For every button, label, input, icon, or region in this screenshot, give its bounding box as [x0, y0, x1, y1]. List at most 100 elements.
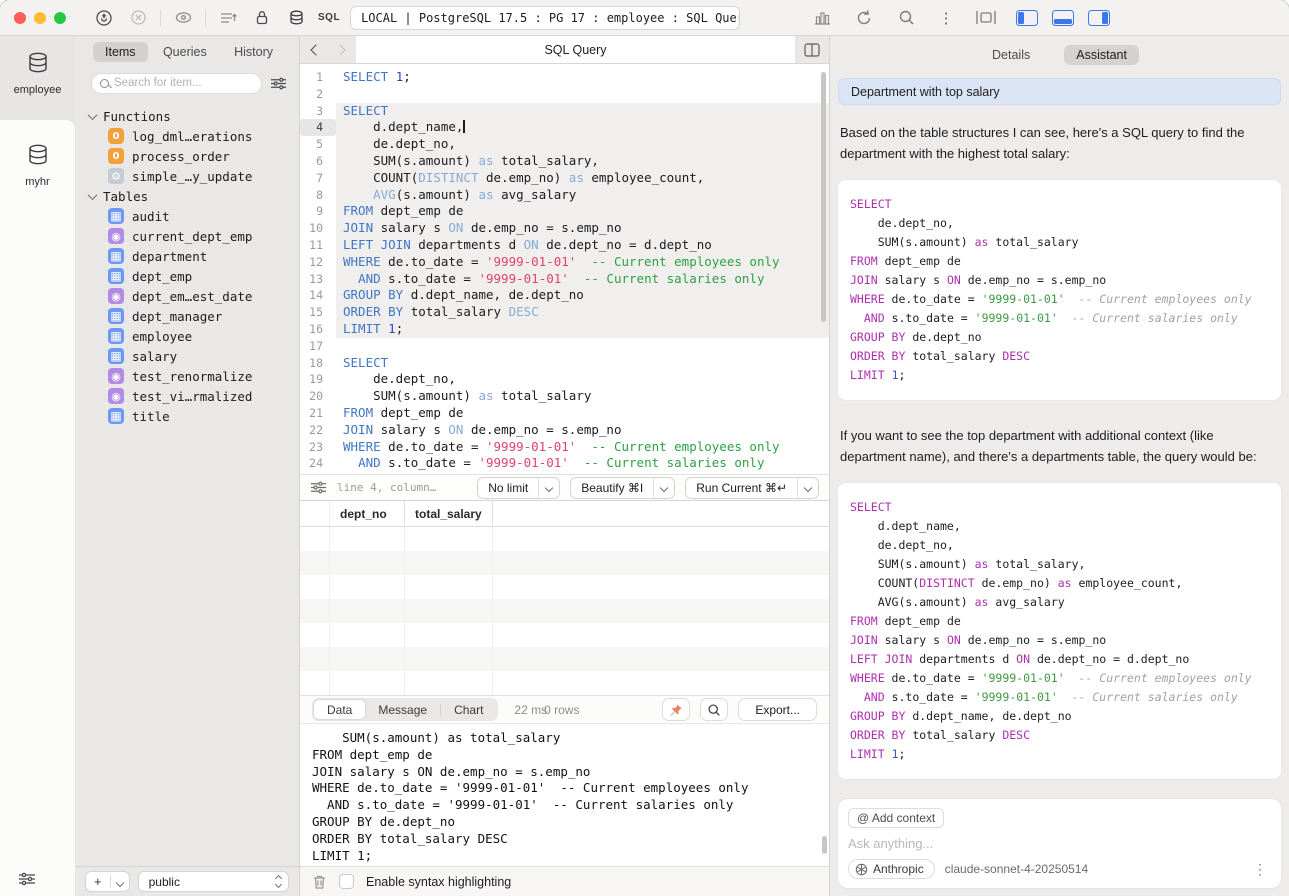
table-row[interactable] [300, 623, 829, 647]
sql-editor[interactable]: 1SELECT 1;23SELECT4 d.dept_name,5 de.dep… [300, 64, 829, 474]
sidebar-item-test_virmalized[interactable]: ◉test_vi…rmalized [89, 386, 299, 406]
tree-section-functions[interactable]: Functions [89, 106, 299, 126]
editor-line-2[interactable]: 2 [300, 86, 829, 103]
connection-plug-icon[interactable] [92, 6, 116, 30]
tab-details[interactable]: Details [980, 45, 1042, 65]
sidebar-item-dept_manager[interactable]: ▦dept_manager [89, 306, 299, 326]
tree-section-tables[interactable]: Tables [89, 186, 299, 206]
editor-line-24[interactable]: 24 AND s.to_date = '9999-01-01' -- Curre… [300, 455, 829, 472]
back-icon[interactable] [310, 44, 321, 55]
beautify-button[interactable]: Beautify ⌘I [570, 477, 675, 499]
sidebar-item-log_dmlerations[interactable]: 0log_dml…erations [89, 126, 299, 146]
sidebar-item-employee[interactable]: ▦employee [89, 326, 299, 346]
table-row[interactable] [300, 527, 829, 551]
export-button[interactable]: Export... [738, 698, 817, 721]
editor-line-9[interactable]: 9FROM dept_emp de [300, 203, 829, 220]
table-row[interactable] [300, 671, 829, 695]
query-log-icon[interactable] [216, 6, 240, 30]
table-row[interactable] [300, 647, 829, 671]
table-row[interactable] [300, 551, 829, 575]
assistant-prompt-input[interactable] [848, 836, 1271, 851]
editor-line-1[interactable]: 1SELECT 1; [300, 69, 829, 86]
pin-results-button[interactable] [662, 698, 690, 721]
minimize-window-button[interactable] [34, 12, 46, 24]
connection-employee[interactable]: employee [0, 36, 75, 106]
chat-more-options-icon[interactable]: ⋮ [1253, 861, 1271, 878]
search-icon[interactable] [894, 6, 918, 30]
toggle-left-panel-button[interactable] [1016, 10, 1038, 26]
column-header-total-salary[interactable]: total_salary [405, 501, 493, 526]
tab-chart[interactable]: Chart [441, 700, 496, 719]
table-row[interactable] [300, 599, 829, 623]
toggle-bottom-panel-button[interactable] [1052, 10, 1074, 26]
trash-icon[interactable] [312, 874, 327, 890]
table-row[interactable] [300, 575, 829, 599]
editor-line-10[interactable]: 10JOIN salary s ON de.emp_no = s.emp_no [300, 220, 829, 237]
tab-queries[interactable]: Queries [151, 42, 219, 62]
split-editor-icon[interactable] [795, 36, 829, 63]
sidebar-item-dept_emp[interactable]: ▦dept_emp [89, 266, 299, 286]
tab-history[interactable]: History [222, 42, 285, 62]
search-results-button[interactable] [700, 698, 728, 721]
schema-select[interactable]: public [138, 871, 289, 892]
plus-icon[interactable]: + [86, 874, 110, 889]
editor-line-15[interactable]: 15ORDER BY total_salary DESC [300, 304, 829, 321]
toggle-right-panel-button[interactable] [1088, 10, 1110, 26]
tab-assistant[interactable]: Assistant [1064, 45, 1139, 65]
item-search-field[interactable] [91, 73, 262, 94]
close-window-button[interactable] [14, 12, 26, 24]
editor-line-22[interactable]: 22JOIN salary s ON de.emp_no = s.emp_no [300, 422, 829, 439]
editor-settings-sliders-icon[interactable] [310, 480, 327, 495]
editor-line-18[interactable]: 18SELECT [300, 355, 829, 372]
editor-line-6[interactable]: 6 SUM(s.amount) as total_salary, [300, 153, 829, 170]
sidebar-item-simple_y_update[interactable]: ⚙simple_…y_update [89, 166, 299, 186]
sidebar-item-department[interactable]: ▦department [89, 246, 299, 266]
stop-icon[interactable] [126, 6, 150, 30]
forward-icon[interactable] [334, 44, 345, 55]
limit-select[interactable]: No limit [477, 477, 560, 499]
editor-line-20[interactable]: 20 SUM(s.amount) as total_salary [300, 388, 829, 405]
filter-sliders-icon[interactable] [18, 871, 36, 887]
conversation-title-banner[interactable]: Department with top salary [838, 78, 1281, 105]
column-header-dept-no[interactable]: dept_no [330, 501, 405, 526]
connection-myhr[interactable]: myhr [0, 120, 75, 198]
editor-line-4[interactable]: 4 d.dept_name, [300, 119, 829, 136]
assistant-code-block-1[interactable]: SELECT de.dept_no, SUM(s.amount) as tota… [838, 180, 1281, 400]
editor-line-7[interactable]: 7 COUNT(DISTINCT de.emp_no) as employee_… [300, 170, 829, 187]
editor-scrollbar[interactable] [821, 72, 826, 322]
search-input[interactable] [114, 77, 253, 89]
preview-eye-icon[interactable] [171, 6, 195, 30]
tab-sql-query[interactable]: SQL Query [356, 36, 795, 63]
sql-preview-pane[interactable]: SUM(s.amount) as total_salaryFROM dept_e… [300, 723, 829, 866]
sidebar-item-process_order[interactable]: 0process_order [89, 146, 299, 166]
editor-line-12[interactable]: 12WHERE de.to_date = '9999-01-01' -- Cur… [300, 254, 829, 271]
preview-scrollbar[interactable] [822, 836, 827, 854]
chart-icon[interactable] [810, 6, 834, 30]
editor-line-19[interactable]: 19 de.dept_no, [300, 371, 829, 388]
tab-data[interactable]: Data [314, 700, 365, 719]
editor-line-5[interactable]: 5 de.dept_no, [300, 136, 829, 153]
lock-icon[interactable] [250, 6, 274, 30]
filter-sliders-icon[interactable] [270, 76, 287, 91]
editor-line-16[interactable]: 16LIMIT 1; [300, 321, 829, 338]
add-item-dropdown[interactable] [111, 873, 129, 891]
assistant-code-block-2[interactable]: SELECT d.dept_name, de.dept_no, SUM(s.am… [838, 483, 1281, 779]
sidebar-item-salary[interactable]: ▦salary [89, 346, 299, 366]
window-layout-icon[interactable] [974, 6, 998, 30]
editor-line-8[interactable]: 8 AVG(s.amount) as avg_salary [300, 187, 829, 204]
run-current-button[interactable]: Run Current ⌘↵ [685, 477, 819, 499]
add-item-button[interactable]: + [85, 871, 130, 892]
provider-select[interactable]: Anthropic [848, 859, 935, 879]
more-options-icon[interactable]: ⋮ [934, 6, 958, 30]
tab-items[interactable]: Items [93, 42, 148, 62]
tab-message[interactable]: Message [365, 700, 440, 719]
editor-line-14[interactable]: 14GROUP BY d.dept_name, de.dept_no [300, 287, 829, 304]
refresh-icon[interactable] [852, 6, 876, 30]
editor-line-13[interactable]: 13 AND s.to_date = '9999-01-01' -- Curre… [300, 271, 829, 288]
sidebar-item-title[interactable]: ▦title [89, 406, 299, 426]
database-icon[interactable] [284, 6, 308, 30]
editor-line-21[interactable]: 21FROM dept_emp de [300, 405, 829, 422]
sidebar-item-current_dept_emp[interactable]: ◉current_dept_emp [89, 226, 299, 246]
editor-line-17[interactable]: 17 [300, 338, 829, 355]
editor-line-11[interactable]: 11LEFT JOIN departments d ON de.dept_no … [300, 237, 829, 254]
